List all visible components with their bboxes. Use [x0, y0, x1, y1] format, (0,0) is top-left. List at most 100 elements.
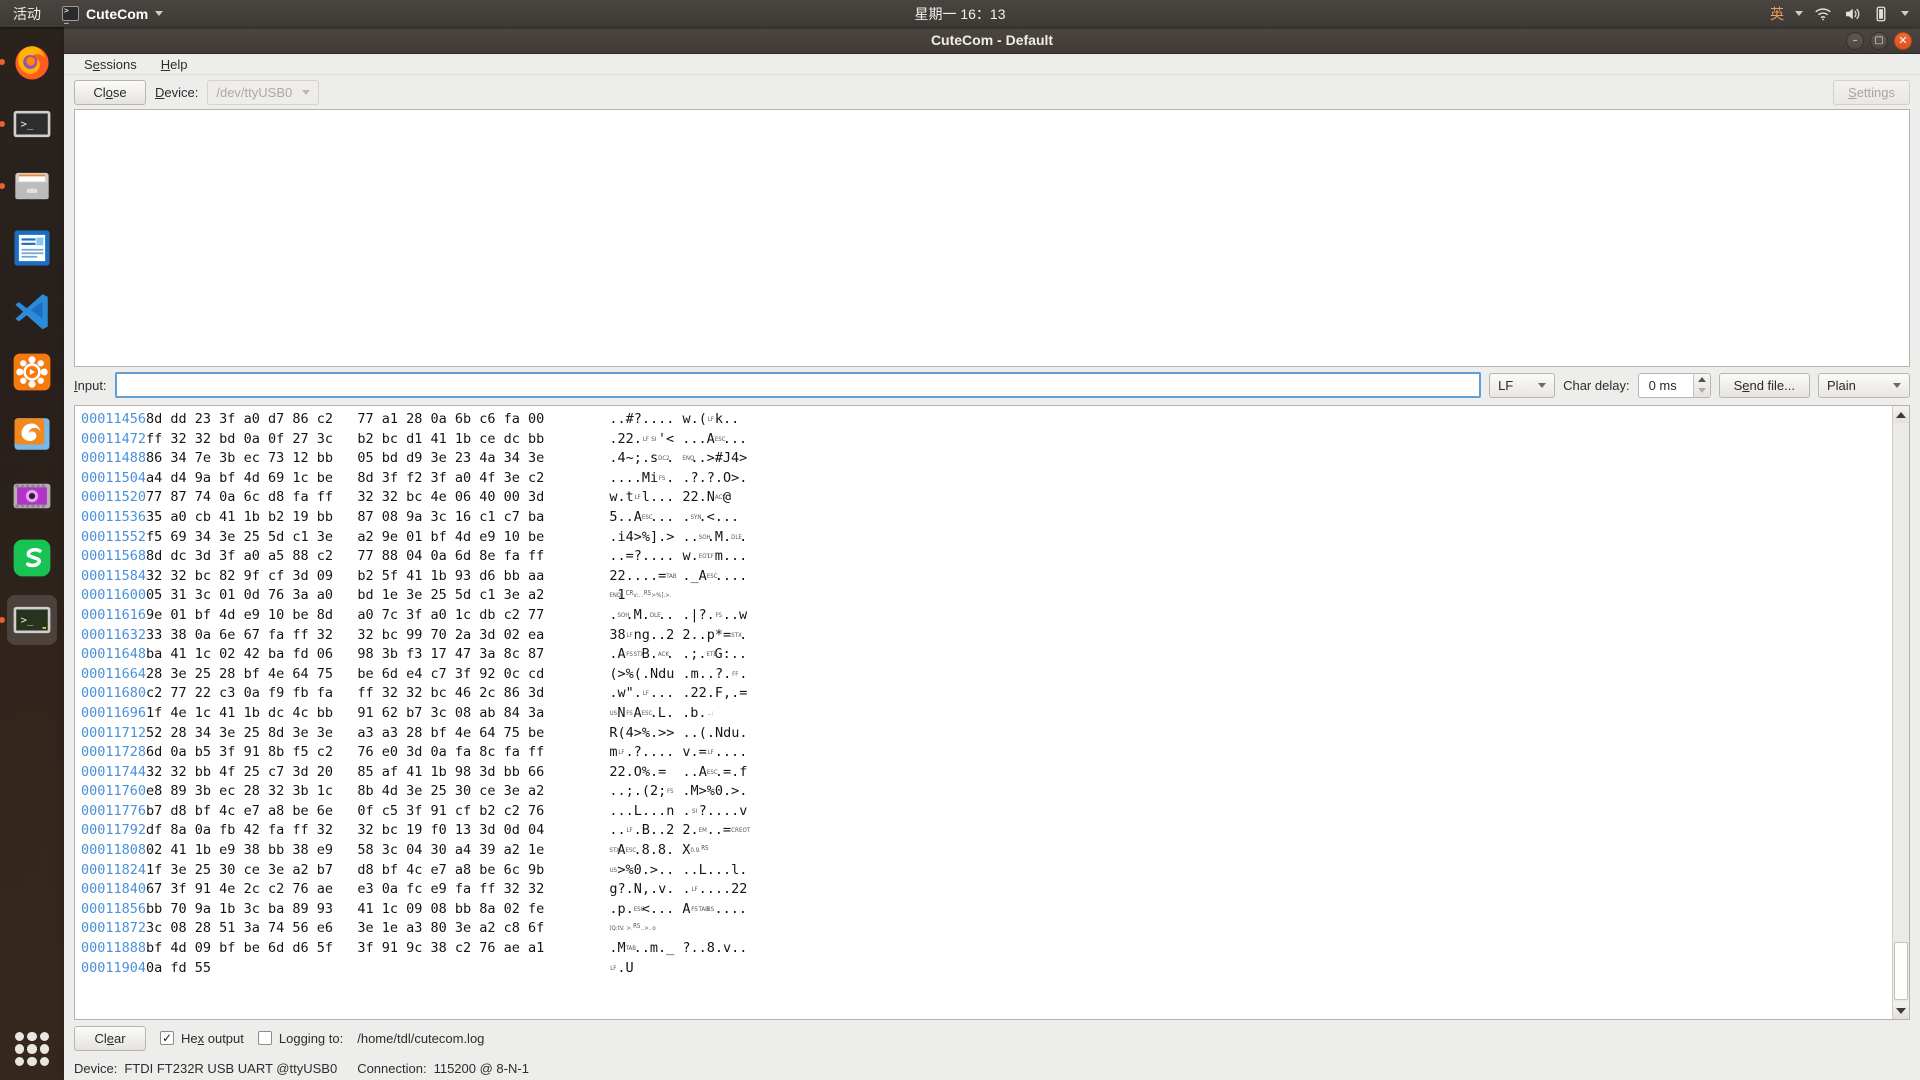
char-delay-spinner[interactable]: 0 ms	[1637, 372, 1711, 398]
protocol-select[interactable]: Plain	[1818, 372, 1910, 398]
close-button[interactable]: ✕	[1894, 31, 1912, 50]
hexdump-ascii: .22.LF SI'< ...AESC...	[544, 430, 748, 447]
hexdump-scrollbar[interactable]	[1892, 406, 1909, 1019]
output-controls: Cl e ar ✓ Hex output Logging to: /home/tdl…	[64, 1020, 1920, 1056]
hexdump-row[interactable]: 0001171252 28 34 3e 25 8d 3e 3e a3 a3 28…	[81, 724, 1892, 744]
hexdump-row[interactable]: 000118723c 08 28 51 3a 74 56 e6 3e 1e a3…	[81, 919, 1892, 939]
chevron-down-icon[interactable]	[1795, 11, 1803, 16]
hexdump-ascii: USNFSAESC.L. .b...:	[609, 704, 714, 721]
hexdump-row[interactable]: 00011472ff 32 32 bd 0a 0f 27 3c b2 bc d1…	[81, 430, 1892, 450]
dock-item-firefox[interactable]	[0, 37, 57, 87]
hexdump-row[interactable]: 000119040a fd 55 LF.U	[81, 959, 1892, 979]
show-applications-button[interactable]	[15, 1032, 49, 1066]
input-label: Input:	[74, 377, 107, 393]
hexdump-row[interactable]: 0001148886 34 7e 3b ec 73 12 bb 05 bd d9…	[81, 449, 1892, 469]
hexdump-bytes: bf 4d 09 bf be 6d d6 5f 3f 91 9c 38 c2 7…	[146, 940, 545, 957]
maximize-button[interactable]: ▢	[1870, 31, 1888, 50]
svg-text:>_: >_	[21, 615, 34, 627]
control-char-glyph: FS	[666, 788, 674, 796]
hexdump-row[interactable]: 00011552f5 69 34 3e 25 5d c1 3e a2 9e 01…	[81, 528, 1892, 548]
activities-button[interactable]: 活动	[0, 4, 54, 24]
grid-dot	[15, 1044, 25, 1054]
scroll-up-button[interactable]	[1893, 406, 1909, 423]
wifi-icon[interactable]	[1814, 5, 1832, 23]
send-file-button[interactable]: Se nd file...	[1718, 372, 1810, 398]
dock-item-sunflower-remote[interactable]	[7, 347, 57, 397]
control-char-glyph: FF	[732, 671, 739, 679]
hexdump-row[interactable]: 00011648ba 41 1c 02 42 ba fd 06 98 3b f3…	[81, 645, 1892, 665]
dock-item-gwenview[interactable]	[7, 409, 57, 459]
log-path-field[interactable]: /home/tdl/cutecom.log	[357, 1031, 484, 1046]
scrollbar-track[interactable]	[1893, 423, 1909, 1002]
hexdump-row[interactable]: 00011504a4 d4 9a bf 4d 69 1c be 8d 3f f2…	[81, 469, 1892, 489]
spinner-up-button[interactable]	[1694, 374, 1710, 386]
logging-checkbox[interactable]: Logging to:	[257, 1031, 343, 1046]
chevron-down-icon[interactable]	[1901, 11, 1909, 16]
hexdump-row[interactable]: 0001158432 32 bc 82 9f cf 3d 09 b2 5f 41…	[81, 567, 1892, 587]
hexdump-pane[interactable]: 000114568d dd 23 3f a0 d7 86 c2 77 a1 28…	[75, 406, 1892, 1019]
scrollbar-thumb[interactable]	[1894, 942, 1908, 1000]
scroll-down-button[interactable]	[1893, 1002, 1909, 1019]
hexdump-row[interactable]: 00011680c2 77 22 c3 0a f9 fb fa ff 32 32…	[81, 684, 1892, 704]
dock-item-files[interactable]	[0, 161, 57, 211]
connection-toolbar: Cl o se Device: /dev/ttyUSB0 Settings	[64, 75, 1920, 109]
dock-item-terminal[interactable]: >_	[0, 99, 57, 149]
control-char-glyph: STX	[731, 632, 742, 639]
dock-item-libreoffice-writer[interactable]	[7, 223, 57, 273]
spinner-down-button[interactable]	[1694, 385, 1710, 397]
checkbox-box: ✓	[160, 1031, 174, 1045]
window-titlebar[interactable]: CuteCom - Default – ▢ ✕	[64, 27, 1920, 54]
app-menu-button[interactable]: CuteCom	[54, 6, 171, 24]
hexdump-row[interactable]: 0001152077 87 74 0a 6c d8 fa ff 32 32 bc…	[81, 488, 1892, 508]
hexdump-row[interactable]: 0001184067 3f 91 4e 2c c2 76 ae e3 0a fc…	[81, 880, 1892, 900]
hexdump-row[interactable]: 0001174432 32 bb 4f 25 c7 3d 20 85 af 41…	[81, 763, 1892, 783]
hexdump-offset: 00011520	[81, 489, 147, 506]
input-method-indicator[interactable]: 英	[1770, 4, 1784, 24]
hexdump-bytes: 05 31 3c 01 0d 76 3a a0 bd 1e 3e 25 5d c…	[146, 587, 545, 604]
hexdump-row[interactable]: 000117286d 0a b5 3f 91 8b f5 c2 76 e0 3d…	[81, 743, 1892, 763]
input-field[interactable]	[114, 372, 1482, 398]
minimize-button[interactable]: –	[1846, 31, 1864, 50]
hexdump-row[interactable]: 00011776b7 d8 bf 4c e7 a8 be 6e 0f c5 3f…	[81, 802, 1892, 822]
hexdump-offset: 00011792	[81, 822, 147, 839]
hexdump-ascii: .i4>%].> ..SOH.M.DLE.	[544, 528, 748, 545]
hexdump-offset: 00011456	[81, 411, 147, 427]
hexdump-row[interactable]: 00011792df 8a 0a fb 42 fa ff 32 32 bc 19…	[81, 821, 1892, 841]
device-select[interactable]: /dev/ttyUSB0	[207, 79, 320, 105]
clock[interactable]: 星期一 16：13	[0, 4, 1920, 24]
dock-item-video-player[interactable]	[7, 471, 57, 521]
dock-item-cutecom-terminal[interactable]: >_	[0, 595, 57, 645]
dock-item-vscode[interactable]	[7, 285, 57, 335]
control-char-glyph: ENQ	[609, 592, 622, 600]
hexdump-row[interactable]: 0001166428 3e 25 28 bf 4e 64 75 be 6d e4…	[81, 665, 1892, 685]
hexdump-row[interactable]: 000114568d dd 23 3f a0 d7 86 c2 77 a1 28…	[81, 410, 1892, 430]
hexdump-row[interactable]: 0001153635 a0 cb 41 1b b2 19 bb 87 08 9a…	[81, 508, 1892, 528]
menu-help[interactable]: Help	[151, 55, 198, 74]
close-connection-button[interactable]: Cl o se	[74, 79, 146, 105]
menu-sessions[interactable]: Sessions	[74, 55, 147, 74]
battery-icon[interactable]	[1872, 5, 1890, 23]
serial-output-pane[interactable]	[74, 109, 1910, 367]
hexdump-row[interactable]: 000118241f 3e 25 30 ce 3e a2 b7 d8 bf 4c…	[81, 861, 1892, 881]
clear-button[interactable]: Cl e ar	[74, 1025, 146, 1051]
hex-output-checkbox[interactable]: ✓ Hex output	[160, 1031, 244, 1046]
hexdump-row[interactable]: 000116961f 4e 1c 41 1b dc 4c bb 91 62 b7…	[81, 704, 1892, 724]
grid-dot	[15, 1056, 25, 1066]
control-char-glyph: RS	[701, 844, 709, 853]
hexdump-row[interactable]: 00011856bb 70 9a 1b 3c ba 89 93 41 1c 09…	[81, 900, 1892, 920]
close-icon: ✕	[1898, 34, 1908, 47]
hexdump-row[interactable]: 0001160005 31 3c 01 0d 76 3a a0 bd 1e 3e…	[81, 586, 1892, 606]
hexdump-row[interactable]: 000116169e 01 bf 4d e9 10 be 8d a0 7c 3f…	[81, 606, 1892, 626]
control-char-glyph: 0.9.RS	[690, 844, 709, 855]
chevron-down-icon	[1893, 382, 1901, 388]
volume-icon[interactable]	[1843, 5, 1861, 23]
settings-button[interactable]: Settings	[1833, 79, 1910, 105]
hexdump-row[interactable]: 000115688d dc 3d 3f a0 a5 88 c2 77 88 04…	[81, 547, 1892, 567]
hexdump-row[interactable]: 00011888bf 4d 09 bf be 6d d6 5f 3f 91 9c…	[81, 939, 1892, 959]
window-title: CuteCom - Default	[930, 32, 1054, 48]
hexdump-row[interactable]: 0001180802 41 1b e9 38 bb 38 e9 58 3c 04…	[81, 841, 1892, 861]
hexdump-row[interactable]: 00011760e8 89 3b ec 28 32 3b 1c 8b 4d 3e…	[81, 782, 1892, 802]
line-ending-select[interactable]: LF	[1489, 372, 1556, 398]
hexdump-row[interactable]: 0001163233 38 0a 6e 67 fa ff 32 32 bc 99…	[81, 626, 1892, 646]
dock-item-sogou-input[interactable]	[7, 533, 57, 583]
